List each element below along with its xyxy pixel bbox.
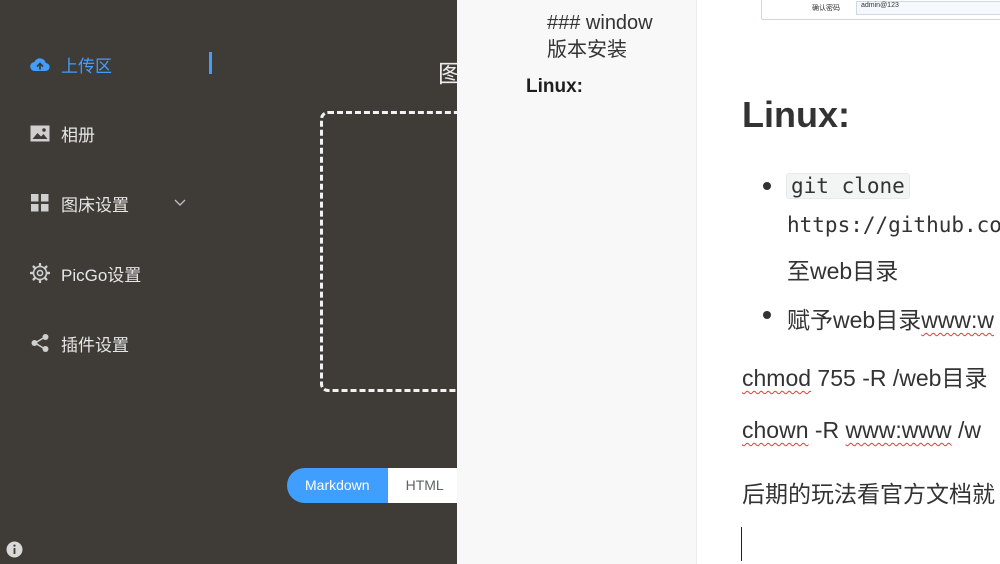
chmod-word: chmod [742, 365, 812, 391]
format-markdown-button[interactable]: Markdown [287, 468, 388, 503]
text-cursor [741, 527, 742, 561]
document-content[interactable]: 确认密码 admin@123 Linux: git clone https://… [697, 0, 1000, 564]
picture-icon [30, 123, 50, 143]
chevron-down-icon[interactable] [172, 194, 188, 210]
bullet-text-web-dir: 至web目录 [787, 258, 899, 284]
heading-linux: Linux: [742, 94, 850, 135]
format-html-button[interactable]: HTML [387, 468, 457, 503]
outline-item-linux[interactable]: Linux: [526, 76, 583, 98]
upload-area-title: 图 [438, 61, 457, 88]
info-icon[interactable] [6, 541, 23, 558]
nav-item-plugin-settings[interactable]: 插件设置 [30, 329, 220, 357]
image-field-value: admin@123 [856, 1, 1000, 15]
bullet-text-grant: 赋予web目录www:w [787, 301, 994, 335]
inline-code-git-clone: git clone [786, 173, 910, 199]
nav-item-picgo-settings[interactable]: PicGo设置 [30, 259, 220, 287]
share-icon [30, 333, 50, 353]
link-format-selector: Markdown HTML [287, 468, 457, 503]
bullet-dot [763, 311, 771, 319]
inline-code-github-url: https://github.co [787, 213, 1000, 237]
nav-label-picbed-settings: 图床设置 [61, 195, 129, 215]
outline-item-window-install[interactable]: ### window 版本安装 [547, 10, 677, 64]
chmod-rest: 755 -R /web目录 [811, 365, 988, 391]
nav-label-plugin-settings: 插件设置 [61, 335, 129, 355]
grant-prefix: 赋予web目录 [787, 307, 922, 333]
chown-mid: -R [808, 417, 846, 443]
image-field-label: 确认密码 [812, 5, 840, 12]
nav-item-picbed-settings[interactable]: 图床设置 [30, 189, 220, 217]
picgo-window: 上传区 相册 图床设置 PicGo设置 插件设置 图 Markdown HTML [0, 0, 457, 564]
nav-label-album: 相册 [61, 125, 95, 145]
outline-panel: ### window 版本安装 Linux: [457, 0, 697, 564]
paragraph-chown: chown -R www:www /w [742, 417, 981, 444]
cloud-upload-icon [30, 54, 50, 74]
nav-item-album[interactable]: 相册 [30, 119, 220, 147]
screen: 上传区 相册 图床设置 PicGo设置 插件设置 图 Markdown HTML… [0, 0, 1000, 564]
chown-word: chown [742, 417, 809, 443]
nav-item-upload[interactable]: 上传区 [30, 50, 220, 78]
bullet-dot [763, 182, 771, 190]
upload-drop-zone[interactable] [320, 111, 457, 392]
nav-label-picgo-settings: PicGo设置 [61, 265, 142, 285]
grid-icon [30, 193, 50, 213]
nav-label-upload: 上传区 [61, 56, 112, 76]
paragraph-chmod: chmod 755 -R /web目录 [742, 359, 987, 393]
chown-owner: www:www [845, 417, 952, 443]
markdown-editor-window: ### window 版本安装 Linux: 确认密码 admin@123 Li… [457, 0, 1000, 564]
nav-active-indicator [209, 52, 212, 74]
embedded-screenshot-image: 确认密码 admin@123 [761, 0, 1000, 20]
paragraph-docs: 后期的玩法看官方文档就 [742, 481, 995, 507]
grant-owner-spellcheck: www:w [921, 307, 995, 333]
gear-icon [30, 263, 50, 283]
chown-rest: /w [951, 417, 981, 443]
